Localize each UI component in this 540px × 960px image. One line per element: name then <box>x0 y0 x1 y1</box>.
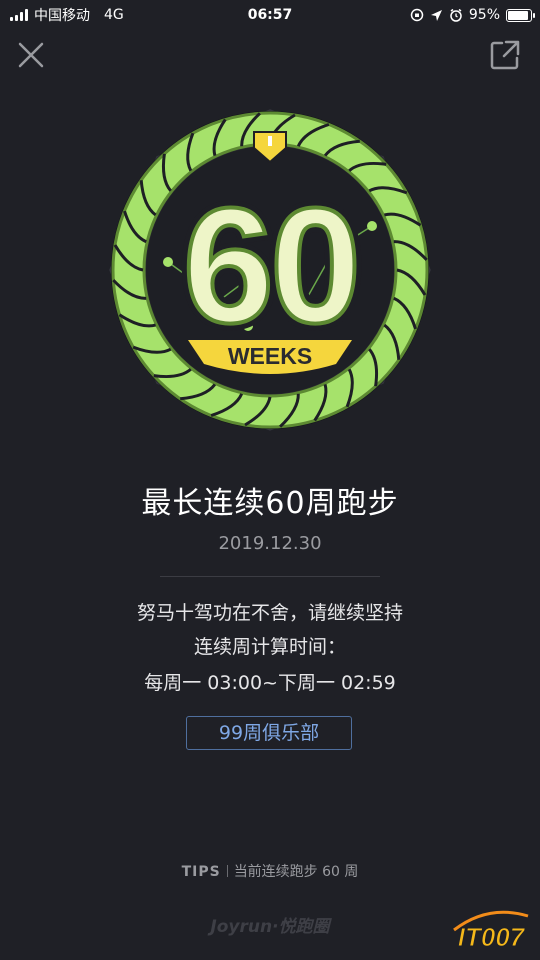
alarm-icon <box>450 8 462 22</box>
club-button[interactable]: 99周俱乐部 <box>186 716 352 750</box>
battery-fill <box>508 10 528 20</box>
orientation-lock-icon <box>410 8 424 22</box>
network-label: 4G <box>104 7 124 23</box>
location-icon <box>430 9 442 21</box>
badge-top-marker-line <box>268 136 272 146</box>
status-bar: 中国移动 4G 06:57 95% <box>0 0 540 30</box>
it007-watermark: IT007 <box>453 910 529 952</box>
battery-icon <box>506 8 535 22</box>
badge-dot <box>367 221 377 231</box>
status-left: 中国移动 4G <box>10 5 124 25</box>
battery-percent: 95% <box>468 7 500 23</box>
tips-label: TIPS <box>181 864 221 880</box>
rule-heading: 连续周计算时间： <box>193 636 346 658</box>
badge-dot <box>163 257 173 267</box>
close-icon[interactable] <box>14 38 48 72</box>
achievement-title: 最长连续60周跑步 <box>141 486 399 521</box>
status-right: 95% <box>410 7 535 23</box>
achievement-date: 2019.12.30 <box>218 533 322 554</box>
carrier-label: 中国移动 <box>34 8 90 24</box>
tips-row: TIPS 当前连续跑步 60 周 <box>0 861 540 881</box>
tips-separator <box>226 865 228 877</box>
watermark-text: IT007 <box>458 922 526 952</box>
divider <box>160 576 380 577</box>
signal-icon <box>10 9 28 21</box>
weeks-badge: WEEKS 60 60 <box>109 109 431 431</box>
tips-text: 当前连续跑步 60 周 <box>233 864 359 880</box>
weeks-number-outline: 60 <box>183 174 357 357</box>
encourage-text: 努马十驾功在不舍，请继续坚持 <box>136 602 403 624</box>
share-icon[interactable] <box>488 38 522 72</box>
rule-detail: 每周一 03:00~下周一 02:59 <box>144 672 396 694</box>
